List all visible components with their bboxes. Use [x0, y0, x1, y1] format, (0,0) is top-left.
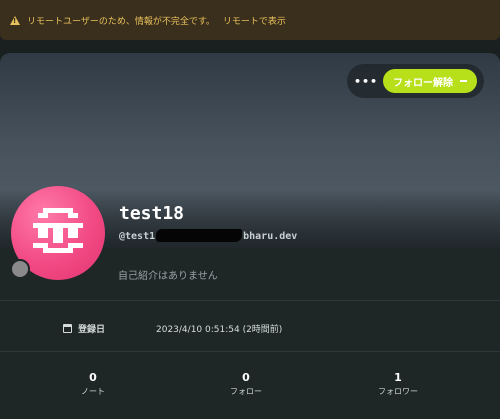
- profile-card: ••• フォロー解除 test18 @test1 bharu.dev 自己紹介はあ…: [0, 53, 500, 419]
- profile-acct: @test1 bharu.dev: [119, 229, 297, 242]
- unfollow-button[interactable]: フォロー解除: [383, 69, 477, 93]
- calendar-icon: [63, 323, 72, 333]
- identicon-icon: [33, 208, 83, 253]
- online-status-indicator: [10, 259, 30, 279]
- stat-notes[interactable]: 0 ノート: [43, 371, 143, 397]
- stat-label: フォロー: [230, 387, 262, 396]
- stat-following[interactable]: 0 フォロー: [196, 371, 296, 397]
- stat-followers[interactable]: 1 フォロワー: [348, 371, 448, 397]
- acct-prefix: @test1: [119, 231, 156, 242]
- profile-actions: ••• フォロー解除: [347, 64, 484, 98]
- more-options-button[interactable]: •••: [351, 66, 381, 96]
- profile-username: test18: [119, 203, 185, 224]
- view-remote-link[interactable]: リモートで表示: [223, 14, 286, 27]
- unfollow-button-label: フォロー解除: [393, 77, 453, 89]
- stat-value: 0: [242, 371, 250, 384]
- remote-user-notice: リモートユーザーのため、情報が不完全です。 リモートで表示: [0, 0, 500, 40]
- joined-value: 2023/4/10 0:51:54 (2時間前): [156, 324, 283, 335]
- warning-icon: [10, 15, 20, 25]
- stat-value: 1: [394, 371, 402, 384]
- profile-bio: 自己紹介はありません: [118, 271, 218, 282]
- joined-label: 登録日: [63, 322, 105, 335]
- stat-label: フォロワー: [378, 387, 418, 396]
- stat-value: 0: [89, 371, 97, 384]
- redaction-mark: [156, 229, 243, 242]
- minus-icon: [460, 80, 467, 82]
- divider: [0, 300, 500, 301]
- acct-suffix: bharu.dev: [243, 231, 298, 242]
- joined-label-text: 登録日: [78, 324, 106, 335]
- stat-label: ノート: [81, 387, 105, 396]
- joined-row: 登録日 2023/4/10 0:51:54 (2時間前): [0, 307, 500, 349]
- notice-message: リモートユーザーのため、情報が不完全です。: [27, 16, 215, 27]
- profile-stats: 0 ノート 0 フォロー 1 フォロワー: [0, 359, 500, 419]
- divider: [0, 351, 500, 352]
